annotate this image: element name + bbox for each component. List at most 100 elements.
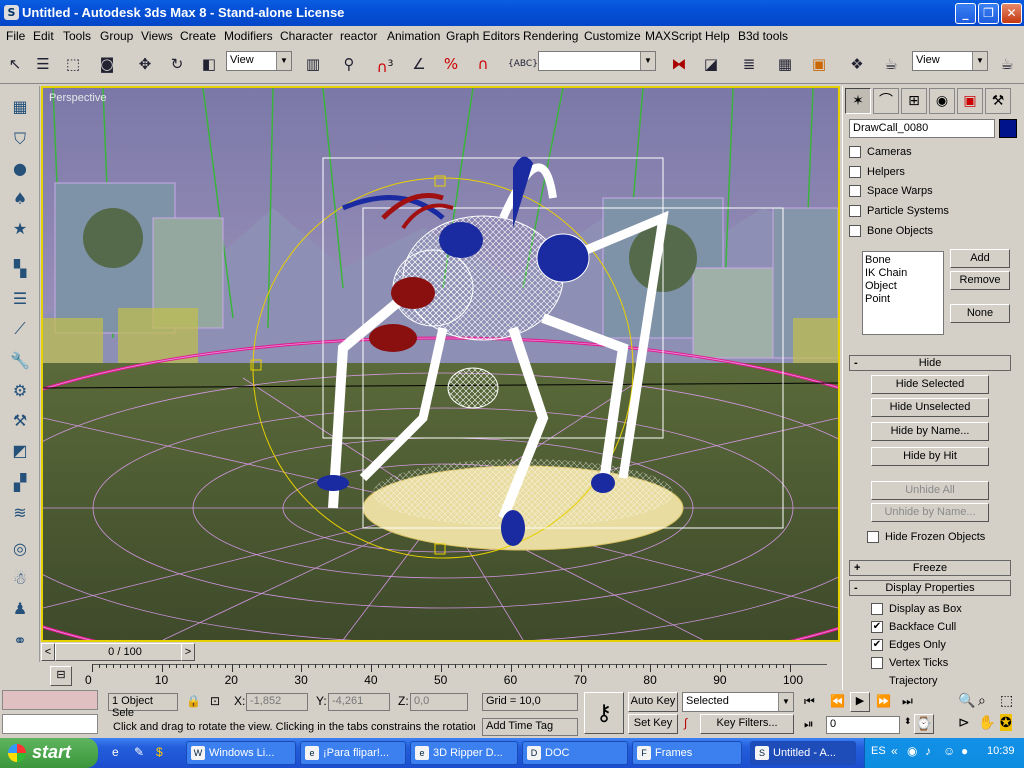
wave-icon[interactable]: ≋ — [6, 500, 34, 526]
viewport-label[interactable]: Perspective — [49, 92, 106, 104]
star-icon[interactable]: ★ — [6, 216, 34, 242]
menu-edit[interactable]: Edit — [33, 29, 54, 43]
key-mode-dropdown[interactable]: Selected ▼ — [682, 692, 794, 712]
region-select-icon[interactable]: ⬚ — [60, 50, 86, 78]
time-slider-thumb[interactable]: 0 / 100 — [55, 643, 195, 661]
percent-snap-icon[interactable]: % — [438, 50, 464, 78]
cloth-icon[interactable]: ▞ — [6, 470, 34, 496]
arc-rotate-icon[interactable]: ✪ — [1000, 714, 1012, 731]
menu-character[interactable]: Character — [280, 29, 333, 43]
field-of-view-icon[interactable]: ⊳ — [958, 714, 970, 731]
auto-key-button[interactable]: Auto Key — [628, 692, 678, 712]
spinner-snap-icon[interactable]: ∩ — [470, 50, 496, 78]
character-icon[interactable]: ♟ — [6, 596, 34, 622]
gear-icon[interactable]: ⚙ — [6, 378, 34, 404]
task-3ds-max[interactable]: S Untitled - A... — [750, 741, 856, 765]
menu-views[interactable]: Views — [141, 29, 173, 43]
rotate-icon[interactable]: ↻ — [164, 50, 190, 78]
hide-rollout[interactable]: - Hide — [849, 355, 1011, 371]
hierarchy-tab-icon[interactable]: ⊞ — [901, 88, 927, 114]
motion-tab-icon[interactable]: ◉ — [929, 88, 955, 114]
display-properties-rollout[interactable]: - Display Properties — [849, 580, 1011, 596]
bone-icon[interactable]: ⟋ — [6, 316, 34, 342]
close-button[interactable]: ✕ — [1001, 3, 1022, 24]
filter-bone-objects[interactable]: Bone Objects — [849, 225, 933, 237]
cube-icon[interactable]: ▦ — [6, 94, 34, 120]
key-icon[interactable]: ⚷ — [584, 692, 624, 734]
select-icon[interactable]: ↖ — [2, 50, 28, 78]
checker-icon[interactable]: ▚ — [6, 256, 34, 282]
biped-icon[interactable]: ☃ — [6, 566, 34, 592]
none-button[interactable]: None — [950, 304, 1010, 323]
key-curve-icon[interactable]: ∫ — [684, 716, 687, 730]
restore-button[interactable]: ❐ — [978, 3, 999, 24]
select-by-name-icon[interactable]: ☰ — [30, 50, 56, 78]
menu-animation[interactable]: Animation — [387, 29, 440, 43]
checkbox[interactable] — [849, 146, 861, 158]
filter-list[interactable]: Bone IK Chain Object Point — [862, 251, 944, 335]
quick-render-icon[interactable]: ☕ — [994, 50, 1020, 78]
menu-b3d-tools[interactable]: B3d tools — [738, 29, 788, 43]
curve-editor-icon[interactable]: ▦ — [772, 50, 798, 78]
minimize-button[interactable]: _ — [955, 3, 976, 24]
wrench-icon[interactable]: 🔧 — [6, 348, 34, 374]
menu-customize[interactable]: Customize — [584, 29, 641, 43]
key-filters-button[interactable]: Key Filters... — [700, 714, 794, 734]
filter-helpers[interactable]: Helpers — [849, 166, 905, 178]
maxscript-listener-pink[interactable] — [2, 690, 98, 710]
menu-help[interactable]: Help — [705, 29, 730, 43]
time-configuration-icon[interactable]: ⌚ — [914, 714, 934, 734]
checkbox-checked[interactable]: ✔ — [871, 639, 883, 651]
zoom-icon[interactable]: 🔍 — [958, 692, 975, 709]
checkbox[interactable] — [849, 205, 861, 217]
hide-by-hit-button[interactable]: Hide by Hit — [871, 447, 989, 466]
unhide-by-name-button[interactable]: Unhide by Name... — [871, 503, 989, 522]
previous-frame-icon[interactable]: ⏪ — [830, 694, 845, 708]
schematic-view-icon[interactable]: ▣ — [806, 50, 832, 78]
object-color-swatch[interactable] — [999, 119, 1017, 138]
mirror-icon[interactable]: ⧓ — [666, 50, 692, 78]
set-key-button[interactable]: Set Key — [628, 714, 678, 734]
pan-icon[interactable]: ✋ — [978, 714, 995, 731]
task-windows-live[interactable]: W Windows Li... — [186, 741, 296, 765]
freeze-rollout[interactable]: + Freeze — [849, 560, 1011, 576]
hide-frozen-objects-checkbox[interactable]: Hide Frozen Objects — [867, 531, 985, 543]
window-crossing-icon[interactable]: ◙ — [94, 50, 120, 78]
link-chain-icon[interactable]: ⚭ — [6, 628, 34, 654]
reference-coord-dropdown[interactable]: View ▼ — [226, 51, 292, 71]
sphere-icon[interactable]: ● — [6, 156, 34, 182]
x-coordinate-field[interactable]: -1,852 — [246, 693, 308, 711]
checkbox-checked[interactable]: ✔ — [871, 621, 883, 633]
start-button[interactable]: start — [0, 738, 98, 768]
language-indicator[interactable]: ES — [871, 745, 886, 757]
menu-maxscript[interactable]: MAXScript — [645, 29, 702, 43]
menu-file[interactable]: File — [6, 29, 25, 43]
current-frame-field[interactable]: 0 — [826, 716, 900, 734]
add-time-tag[interactable]: Add Time Tag — [482, 718, 578, 736]
checkbox[interactable] — [849, 225, 861, 237]
edges-only-checkbox[interactable]: ✔ Edges Only — [871, 639, 946, 651]
display-tab-icon[interactable]: ▣ — [957, 88, 983, 114]
hide-selected-button[interactable]: Hide Selected — [871, 375, 989, 394]
material-editor-icon[interactable]: ❖ — [844, 50, 870, 78]
tray-app-icon[interactable]: ◉ — [907, 744, 917, 758]
menu-reactor[interactable]: reactor — [340, 29, 377, 43]
backface-cull-checkbox[interactable]: ✔ Backface Cull — [871, 621, 956, 633]
pivot-icon[interactable]: ▥ — [300, 50, 326, 78]
align-icon[interactable]: ◪ — [698, 50, 724, 78]
key-mode-toggle-icon[interactable]: ⏯ — [804, 717, 814, 732]
tray-arrow-icon[interactable]: « — [891, 744, 898, 758]
menu-tools[interactable]: Tools — [63, 29, 91, 43]
checkbox[interactable] — [867, 531, 879, 543]
menu-rendering[interactable]: Rendering — [523, 29, 578, 43]
unhide-all-button[interactable]: Unhide All — [871, 481, 989, 500]
task-para-flipar[interactable]: e ¡Para flipar!... — [300, 741, 406, 765]
task-frames[interactable]: F Frames — [632, 741, 742, 765]
time-slider[interactable]: 0 / 100 < > — [41, 642, 840, 662]
menu-graph-editors[interactable]: Graph Editors — [446, 29, 520, 43]
play-icon[interactable]: ▶ — [850, 692, 870, 712]
next-frame-icon[interactable]: ⏩ — [876, 694, 891, 708]
lock-icon[interactable]: 🔒 — [186, 694, 201, 708]
tool-icon[interactable]: ⚒ — [6, 408, 34, 434]
zoom-all-icon[interactable]: ⌕ — [978, 692, 986, 709]
